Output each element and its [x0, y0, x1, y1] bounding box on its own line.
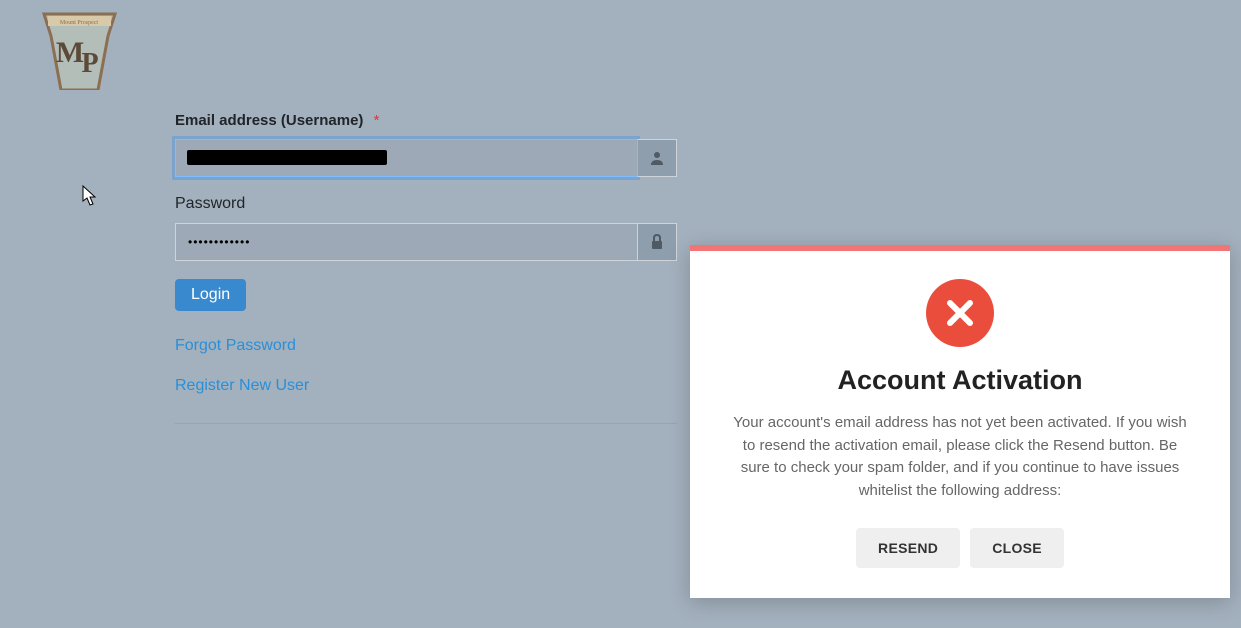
user-icon-addon	[637, 139, 677, 177]
password-field[interactable]	[175, 223, 637, 261]
password-label: Password	[175, 195, 677, 213]
user-icon	[649, 150, 665, 166]
activation-modal: Account Activation Your account's email …	[690, 245, 1230, 598]
resend-button[interactable]: RESEND	[856, 528, 960, 568]
form-divider	[175, 423, 677, 424]
mouse-cursor-icon	[82, 185, 98, 207]
email-label-text: Email address (Username)	[175, 112, 363, 129]
lock-icon-addon	[637, 223, 677, 261]
logo-text-top: Mount Prospect	[60, 20, 98, 26]
logo: Mount Prospect M P	[42, 12, 117, 90]
close-x-icon	[942, 295, 978, 331]
modal-button-row: RESEND CLOSE	[730, 528, 1190, 568]
error-icon-circle	[926, 279, 994, 347]
password-input-group	[175, 223, 677, 261]
forgot-password-link[interactable]: Forgot Password	[175, 337, 677, 355]
register-user-link[interactable]: Register New User	[175, 377, 677, 395]
lock-icon	[650, 234, 664, 250]
modal-title: Account Activation	[730, 365, 1190, 396]
email-input-group	[175, 139, 677, 177]
logo-svg: Mount Prospect M P	[42, 12, 117, 90]
logo-letter-m: M	[56, 36, 84, 69]
required-asterisk: *	[374, 112, 380, 129]
close-button[interactable]: CLOSE	[970, 528, 1064, 568]
redacted-email	[187, 150, 387, 165]
email-label: Email address (Username) *	[175, 112, 677, 129]
logo-letter-p: P	[81, 48, 98, 79]
modal-message: Your account's email address has not yet…	[730, 412, 1190, 502]
login-form: Email address (Username) * Password Logi…	[175, 112, 677, 424]
login-button[interactable]: Login	[175, 279, 246, 311]
